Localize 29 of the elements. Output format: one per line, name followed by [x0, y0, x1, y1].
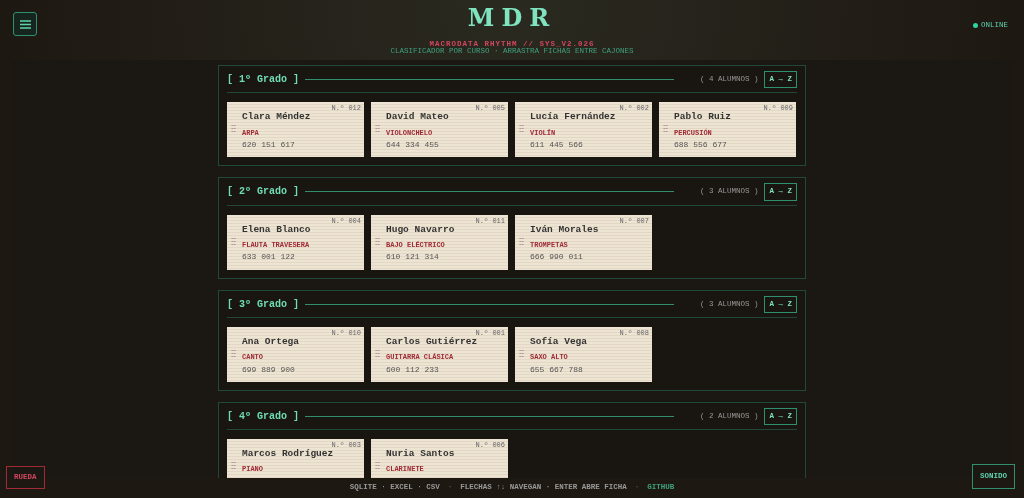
student-name: Sofía Vega — [530, 334, 588, 349]
drawer-title: [ 1º Grado ] — [227, 73, 299, 88]
phone-number: 688 556 677 — [674, 139, 728, 151]
student-name: Ana Ortega — [242, 334, 300, 349]
phone-number: 633 001 122 — [242, 251, 296, 264]
student-name: Lucía Fernández — [530, 110, 617, 125]
student-name: David Mateo — [386, 110, 450, 125]
phone-number: 644 334 455 — [386, 139, 440, 151]
student-name: Pablo Ruiz — [674, 110, 732, 125]
phone-number: 666 990 011 — [530, 251, 584, 264]
drawer-title: [ 2º Grado ] — [227, 185, 299, 200]
student-name: Nuria Santos — [386, 447, 456, 461]
app-title: MDR — [467, 6, 557, 30]
student-name: Iván Morales — [530, 222, 600, 237]
menu-button[interactable] — [13, 12, 37, 36]
phone-number: 699 889 900 — [242, 363, 296, 376]
phone-number: 620 151 617 — [242, 139, 296, 151]
phone-number: 600 112 233 — [386, 363, 440, 376]
student-name: Elena Blanco — [242, 222, 312, 237]
phone-number: 611 445 566 — [530, 139, 584, 151]
drawer-title: [ 3º Grado ] — [227, 297, 299, 312]
student-name: Carlos Gutiérrez — [386, 335, 479, 349]
menu-icon — [19, 19, 31, 29]
student-name: Clara Méndez — [242, 110, 312, 125]
phone-number: 655 667 788 — [530, 363, 584, 376]
phone-number: 610 121 314 — [386, 251, 440, 264]
drawer-title: [ 4º Grado ] — [227, 409, 299, 424]
student-name: Hugo Navarro — [386, 222, 456, 237]
student-name: Marcos Rodríguez — [242, 447, 335, 461]
